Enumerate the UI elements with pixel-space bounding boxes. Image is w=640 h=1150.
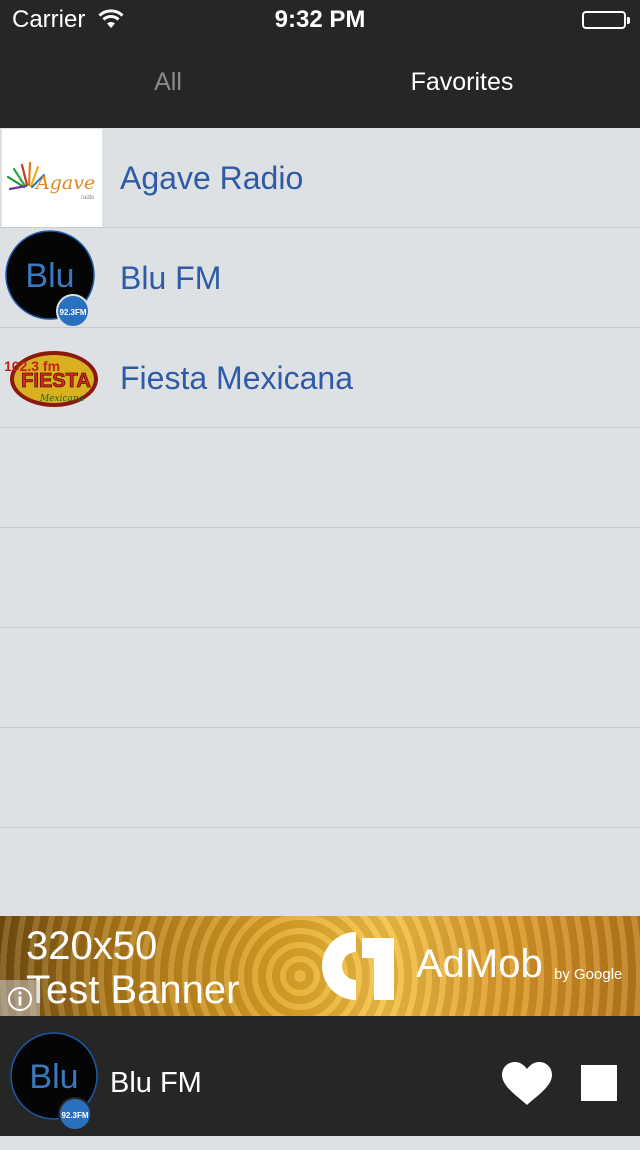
- blu-logo-text: Blu: [25, 257, 74, 295]
- admob-by-google: by Google: [554, 966, 623, 983]
- agave-logo-sub: radio: [81, 195, 95, 201]
- ad-banner[interactable]: 320x50 Test Banner AdMob by Google: [0, 916, 640, 1016]
- station-name: Blu FM: [120, 260, 222, 296]
- empty-row: [0, 828, 640, 916]
- admob-brand: AdMob: [416, 942, 543, 986]
- tab-bar: All Favorites: [0, 40, 640, 128]
- heart-icon[interactable]: [500, 1061, 554, 1112]
- stop-button[interactable]: [581, 1065, 617, 1101]
- battery-icon: [582, 11, 630, 29]
- admob-logo-icon: [322, 928, 398, 1009]
- station-list: Agave radio Agave Radio Blu 92.3FM Blu F…: [0, 128, 640, 916]
- status-bar: Carrier 9:32 PM: [0, 0, 640, 40]
- station-row[interactable]: Agave radio Agave Radio: [0, 128, 640, 228]
- station-name: Agave Radio: [120, 160, 304, 196]
- now-playing-bar: Blu 92.3FM Blu FM: [0, 1016, 640, 1136]
- empty-row: [0, 728, 640, 828]
- ad-test-label: Test Banner: [26, 968, 240, 1012]
- player-logo-text: Blu: [29, 1058, 78, 1096]
- fiesta-logo-text: FIESTA: [21, 370, 91, 392]
- tab-all[interactable]: All: [18, 40, 318, 128]
- station-name: Fiesta Mexicana: [120, 360, 353, 396]
- player-logo-badge: 92.3FM: [61, 1111, 88, 1120]
- empty-row: [0, 428, 640, 528]
- blu-fm-logo-icon: Blu 92.3FM: [2, 229, 102, 328]
- now-playing-logo-icon: Blu 92.3FM: [8, 1030, 108, 1141]
- empty-row: [0, 528, 640, 628]
- now-playing-station: Blu FM: [110, 1067, 202, 1099]
- empty-row: [0, 628, 640, 728]
- info-icon[interactable]: [0, 980, 40, 1016]
- tab-favorites[interactable]: Favorites: [312, 40, 612, 128]
- agave-logo-text: Agave: [34, 172, 95, 194]
- agave-logo-icon: Agave radio: [2, 129, 102, 227]
- blu-logo-badge: 92.3FM: [59, 308, 86, 317]
- ad-size-label: 320x50: [26, 924, 158, 968]
- fiesta-mexicana-logo-icon: 102.3 fm FIESTA Mexicana: [2, 329, 102, 427]
- station-row[interactable]: Blu 92.3FM Blu FM: [0, 228, 640, 328]
- clock: 9:32 PM: [274, 6, 366, 33]
- station-row[interactable]: 102.3 fm FIESTA Mexicana Fiesta Mexicana: [0, 328, 640, 428]
- fiesta-logo-sub: Mexicana: [39, 394, 84, 404]
